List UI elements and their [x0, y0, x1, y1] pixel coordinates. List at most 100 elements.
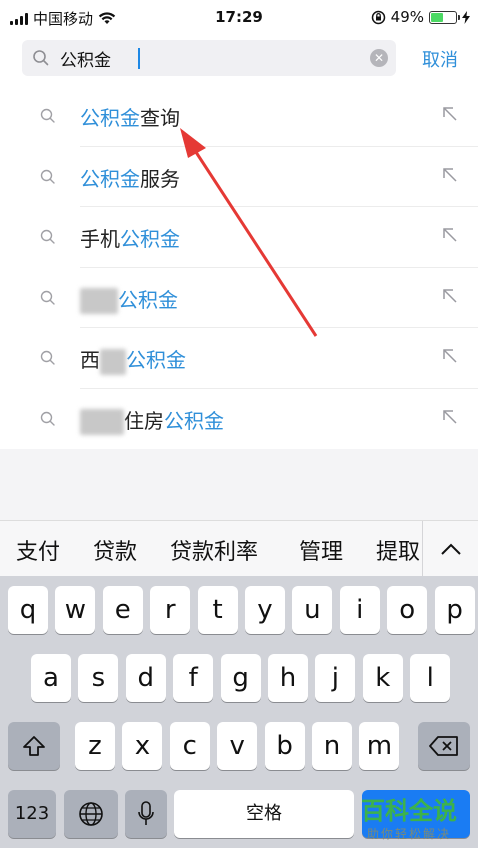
letter-key[interactable]: u: [292, 586, 333, 634]
letter-key[interactable]: z: [75, 722, 115, 770]
suggestion-list: 公积金查询 公积金服务 手机公积金 公积金西公积金 住房公积金: [0, 86, 478, 449]
suggestion-item[interactable]: 手机公积金: [0, 207, 478, 268]
letter-key[interactable]: h: [268, 654, 308, 702]
candidate-word[interactable]: 管理: [299, 534, 343, 566]
suggestion-label: 手机公积金: [80, 223, 180, 252]
fill-query-arrow-icon[interactable]: [442, 167, 458, 183]
fill-query-arrow-icon[interactable]: [442, 348, 458, 364]
suggestion-item[interactable]: 公积金: [0, 268, 478, 328]
fill-query-arrow-icon[interactable]: [442, 409, 458, 425]
suggestion-suffix: 服务: [140, 166, 180, 191]
rotation-lock-icon: [371, 10, 385, 24]
battery-icon: [429, 10, 460, 24]
search-icon: [40, 229, 55, 244]
suggestion-label: 西 公积金: [80, 344, 186, 375]
globe-key[interactable]: [64, 790, 118, 838]
suggestion-highlight: 公积金: [118, 287, 178, 312]
status-bar: 中国移动 17:29 49%: [0, 0, 478, 34]
search-input[interactable]: [60, 40, 360, 76]
letter-key[interactable]: x: [122, 722, 163, 770]
microphone-icon: [138, 801, 154, 825]
suggestion-suffix: 查询: [140, 106, 180, 130]
charging-icon: [462, 10, 470, 24]
search-icon: [40, 350, 55, 365]
letter-key[interactable]: n: [312, 722, 352, 770]
letter-key[interactable]: o: [387, 586, 428, 634]
candidate-word[interactable]: 贷款: [93, 534, 137, 566]
letter-key[interactable]: r: [150, 586, 191, 634]
suggestion-prefix: 西: [80, 348, 100, 372]
watermark-subtitle: 助你轻松解决: [366, 827, 451, 841]
suggestion-highlight: 公积金: [120, 227, 180, 251]
watermark-logo: 百科全说 助你轻松解决: [350, 797, 468, 842]
suggestion-prefix: 住房: [124, 408, 164, 433]
letter-key[interactable]: j: [315, 654, 356, 702]
backspace-key[interactable]: [418, 722, 470, 770]
search-icon: [40, 411, 55, 426]
shift-key[interactable]: [8, 722, 60, 770]
letter-key[interactable]: q: [8, 586, 48, 634]
suggestion-label: 公积金查询: [80, 102, 180, 131]
candidate-bar: 支付 贷款 贷款利率 管理 提取: [0, 520, 478, 577]
letter-key[interactable]: m: [359, 722, 400, 770]
fill-query-arrow-icon[interactable]: [442, 106, 458, 122]
list-background: [0, 449, 478, 520]
suggestion-label: 公积金服务: [80, 163, 180, 192]
letter-key[interactable]: k: [362, 654, 403, 702]
suggestion-highlight: 公积金: [164, 408, 224, 433]
candidate-word[interactable]: 支付: [16, 534, 60, 566]
collapse-candidates-button[interactable]: [422, 521, 478, 577]
redacted-text: [80, 288, 118, 314]
suggestion-highlight: 公积金: [80, 166, 140, 191]
shift-icon: [23, 736, 45, 756]
suggestion-prefix: 手机: [80, 227, 120, 251]
battery-percent: 49%: [390, 8, 424, 26]
search-box[interactable]: ✕: [22, 40, 396, 76]
fill-query-arrow-icon[interactable]: [442, 227, 458, 243]
suggestion-item[interactable]: 住房公积金: [0, 389, 478, 450]
backspace-icon: [429, 736, 458, 756]
suggestion-label: 住房公积金: [80, 405, 224, 435]
globe-icon: [79, 802, 103, 826]
search-icon: [40, 290, 55, 305]
letter-key[interactable]: p: [434, 586, 475, 634]
text-caret: [138, 48, 140, 69]
search-icon: [33, 50, 49, 66]
fill-query-arrow-icon[interactable]: [442, 288, 458, 304]
search-row: ✕ 取消: [0, 36, 478, 82]
letter-key[interactable]: d: [125, 654, 166, 702]
letter-key[interactable]: i: [339, 586, 380, 634]
clear-icon[interactable]: ✕: [370, 49, 388, 67]
letter-key[interactable]: e: [102, 586, 143, 634]
letter-key[interactable]: w: [55, 586, 96, 634]
status-right: 49%: [371, 8, 470, 26]
chevron-up-icon: [440, 543, 461, 555]
suggestion-item[interactable]: 公积金服务: [0, 147, 478, 207]
suggestion-item[interactable]: 公积金查询: [0, 86, 478, 147]
suggestion-highlight: 公积金: [126, 348, 186, 372]
suggestion-label: 公积金: [80, 284, 178, 314]
battery-fill: [431, 12, 443, 22]
letter-key[interactable]: c: [169, 722, 210, 770]
candidate-word[interactable]: 提取: [376, 534, 420, 566]
letter-key[interactable]: l: [410, 654, 451, 702]
letter-key[interactable]: v: [217, 722, 258, 770]
watermark-title: 百科全说: [361, 797, 457, 825]
letter-key[interactable]: a: [31, 654, 71, 702]
letter-key[interactable]: t: [197, 586, 238, 634]
candidate-word[interactable]: 贷款利率: [170, 534, 258, 566]
space-key[interactable]: 空格: [174, 790, 354, 838]
letter-key[interactable]: b: [264, 722, 305, 770]
letter-key[interactable]: s: [78, 654, 119, 702]
search-icon: [40, 108, 55, 123]
microphone-key[interactable]: [125, 790, 167, 838]
letter-key[interactable]: y: [245, 586, 285, 634]
redacted-text: [80, 409, 124, 435]
search-icon: [40, 169, 55, 184]
suggestion-highlight: 公积金: [80, 106, 140, 130]
numbers-key[interactable]: 123: [8, 790, 56, 838]
suggestion-item[interactable]: 西 公积金: [0, 328, 478, 389]
cancel-button[interactable]: 取消: [422, 46, 458, 72]
letter-key[interactable]: f: [173, 654, 214, 702]
letter-key[interactable]: g: [220, 654, 261, 702]
